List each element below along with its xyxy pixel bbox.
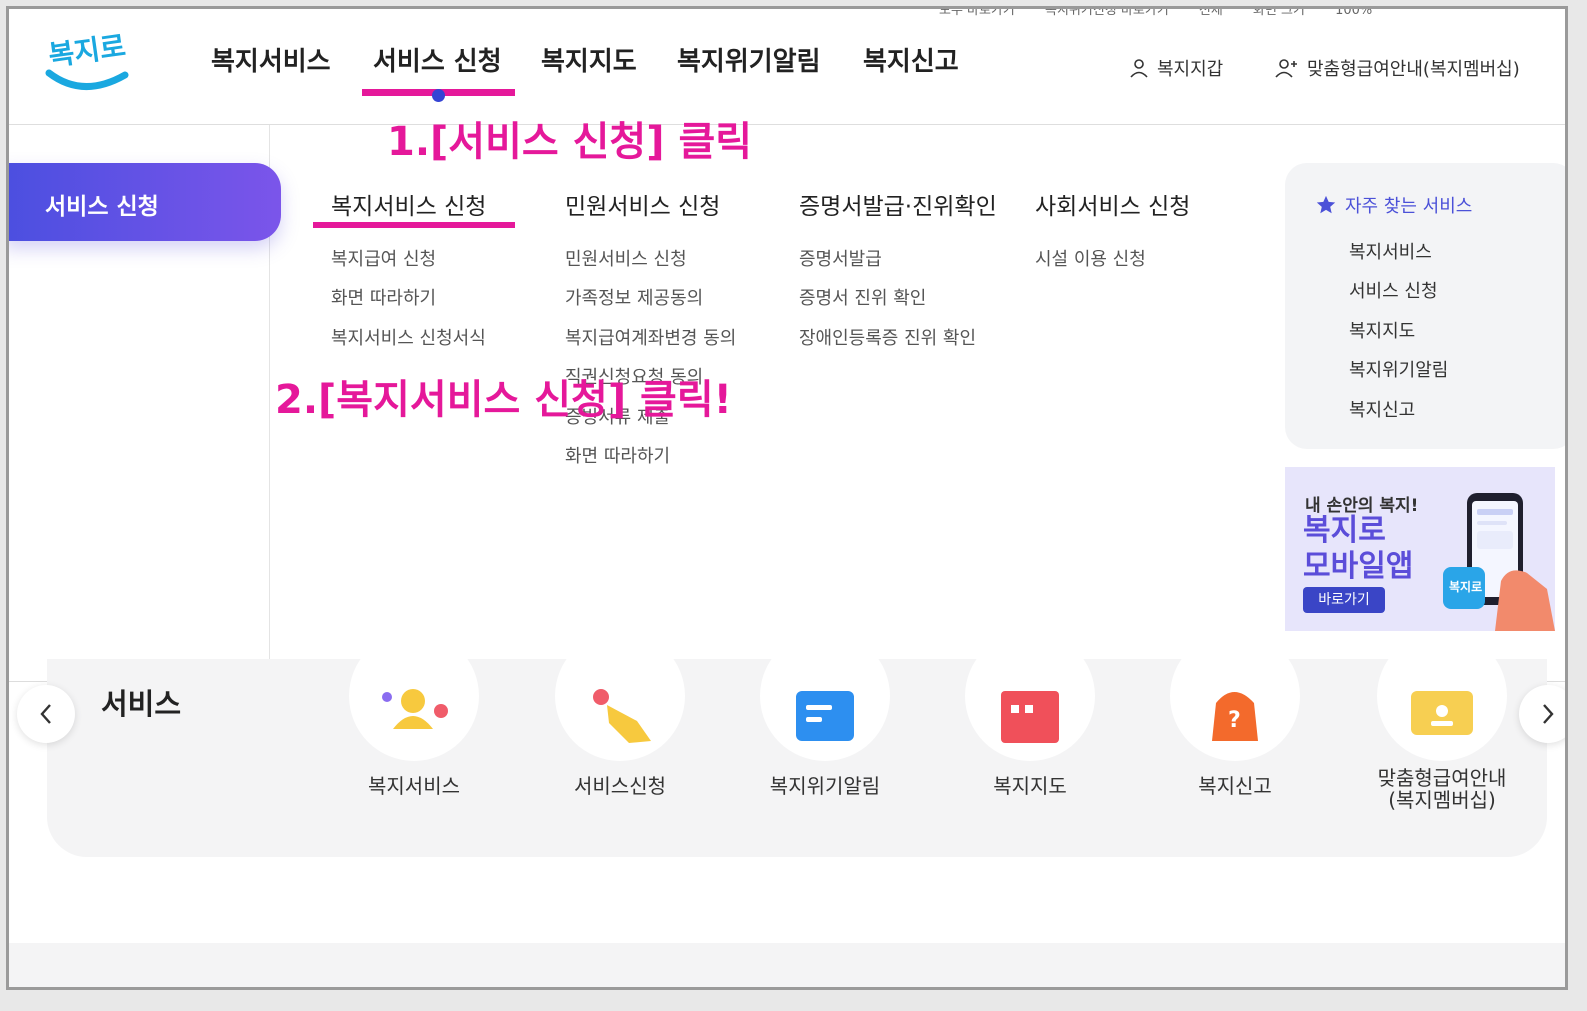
menu-item[interactable]: 시설 이용 신청 — [1035, 245, 1146, 271]
service-label-membership[interactable]: 맞춤형급여안내 (복지멤버십) — [1357, 767, 1527, 811]
carousel-prev-button[interactable] — [17, 685, 75, 743]
menu-item[interactable]: 민원서비스 신청 — [565, 245, 687, 271]
document-icon — [796, 691, 854, 741]
hand-tap-icon — [593, 689, 651, 743]
service-label[interactable]: 복지신고 — [1150, 775, 1320, 797]
chevron-left-icon — [40, 704, 51, 724]
utility-link[interactable]: 복지위기신청 바로가기 — [1045, 9, 1169, 18]
person-icon — [1130, 59, 1148, 78]
menu-item[interactable]: 가족정보 제공동의 — [565, 284, 703, 310]
utility-link[interactable]: 모두 바로가기 — [939, 9, 1015, 18]
menu-col-underline — [313, 222, 515, 228]
menu-item[interactable]: 증명서 진위 확인 — [799, 284, 926, 310]
gnb-crisis-alert[interactable]: 복지위기알림 — [677, 41, 821, 78]
mobile-app-banner[interactable]: 내 손안의 복지! 복지로 모바일앱 바로가기 복지로 — [1285, 467, 1555, 631]
wallet-label: 복지지갑 — [1157, 59, 1224, 80]
banner-title-line1: 복지로 — [1303, 513, 1386, 548]
utility-link[interactable]: 화면 크기 — [1253, 9, 1305, 18]
site-logo[interactable]: 복지로 — [43, 25, 133, 95]
svg-text:?: ? — [1228, 708, 1241, 733]
menu-item[interactable]: 복지급여계좌변경 동의 — [565, 324, 736, 350]
banner-title-line2: 모바일앱 — [1303, 549, 1414, 584]
phone-hand-illustration: 복지로 — [1443, 493, 1555, 631]
person-add-icon — [1275, 59, 1297, 78]
building-icon — [1001, 691, 1059, 743]
favorite-item[interactable]: 복지서비스 — [1349, 238, 1432, 264]
menu-col-certificate[interactable]: 증명서발급·진위확인 — [799, 187, 997, 221]
favorites-title: 자주 찾는 서비스 — [1315, 192, 1472, 218]
id-card-icon — [1411, 691, 1473, 735]
service-apply-card[interactable] — [555, 631, 685, 761]
menu-item[interactable]: 복지서비스 신청서식 — [331, 324, 486, 350]
carousel-next-button[interactable] — [1519, 685, 1565, 743]
favorite-item[interactable]: 복지지도 — [1349, 317, 1415, 343]
header-divider — [9, 124, 1565, 125]
wallet-link[interactable]: 복지지갑 — [1129, 55, 1223, 81]
annotation-step2: 2.[복지서비스 신청] 클릭! — [275, 377, 732, 423]
gnb-service-apply[interactable]: 서비스 신청 — [373, 41, 502, 78]
favorite-item[interactable]: 복지위기알림 — [1349, 356, 1448, 382]
phone-logo-text: 복지로 — [1449, 579, 1482, 594]
utility-bar: 모두 바로가기 복지위기신청 바로가기 전체 화면 크기 100% — [939, 6, 1398, 18]
gnb-welfare-map[interactable]: 복지지도 — [541, 41, 637, 78]
service-label-line1: 맞춤형급여안내 — [1377, 766, 1507, 790]
favorite-item[interactable]: 서비스 신청 — [1349, 277, 1438, 303]
footer-band — [9, 943, 1565, 987]
logo-text: 복지로 — [47, 29, 128, 72]
banner-button[interactable]: 바로가기 — [1303, 587, 1385, 613]
favorites-title-label: 자주 찾는 서비스 — [1345, 196, 1473, 217]
menu-item[interactable]: 화면 따라하기 — [331, 284, 436, 310]
membership-link[interactable]: 맞춤형급여안내(복지멤버십) — [1275, 55, 1520, 81]
star-icon — [1316, 195, 1336, 214]
membership-label: 맞춤형급여안내(복지멤버십) — [1307, 59, 1520, 80]
favorite-item[interactable]: 복지신고 — [1349, 396, 1415, 422]
gnb-welfare-report[interactable]: 복지신고 — [863, 41, 959, 78]
menu-item[interactable]: 복지급여 신청 — [331, 245, 436, 271]
service-section-title: 서비스 — [101, 687, 182, 721]
browser-frame: 모두 바로가기 복지위기신청 바로가기 전체 화면 크기 100% 복지로 복지… — [6, 6, 1568, 990]
menu-item[interactable]: 화면 따라하기 — [565, 442, 670, 468]
menu-col-welfare-apply[interactable]: 복지서비스 신청 — [331, 187, 486, 221]
service-label-line2: (복지멤버십) — [1388, 788, 1496, 812]
menu-item[interactable]: 장애인등록증 진위 확인 — [799, 324, 976, 350]
service-label[interactable]: 복지위기알림 — [740, 775, 910, 797]
cursor-dot — [432, 89, 445, 102]
annotation-step1: 1.[서비스 신청] 클릭 — [387, 119, 753, 165]
service-welfare-card[interactable] — [349, 631, 479, 761]
service-label[interactable]: 서비스신청 — [535, 775, 705, 797]
zoom-level: 100% — [1335, 6, 1373, 18]
service-crisis-card[interactable] — [760, 631, 890, 761]
menu-side-label: 서비스 신청 — [45, 194, 159, 220]
service-report-card[interactable]: ? — [1170, 631, 1300, 761]
menu-col-civil-apply[interactable]: 민원서비스 신청 — [565, 187, 720, 221]
menu-col-social-service[interactable]: 사회서비스 신청 — [1035, 187, 1190, 221]
person-icon — [382, 689, 448, 729]
banner-title: 복지로 모바일앱 — [1303, 513, 1413, 585]
service-label[interactable]: 복지지도 — [945, 775, 1115, 797]
service-map-card[interactable] — [965, 631, 1095, 761]
siren-icon: ? — [1212, 692, 1258, 741]
utility-link[interactable]: 전체 — [1199, 9, 1223, 18]
gnb-welfare-service[interactable]: 복지서비스 — [211, 41, 331, 78]
menu-item[interactable]: 증명서발급 — [799, 245, 882, 271]
service-label[interactable]: 복지서비스 — [329, 775, 499, 797]
service-membership-card[interactable] — [1377, 631, 1507, 761]
chevron-right-icon — [1543, 704, 1554, 724]
